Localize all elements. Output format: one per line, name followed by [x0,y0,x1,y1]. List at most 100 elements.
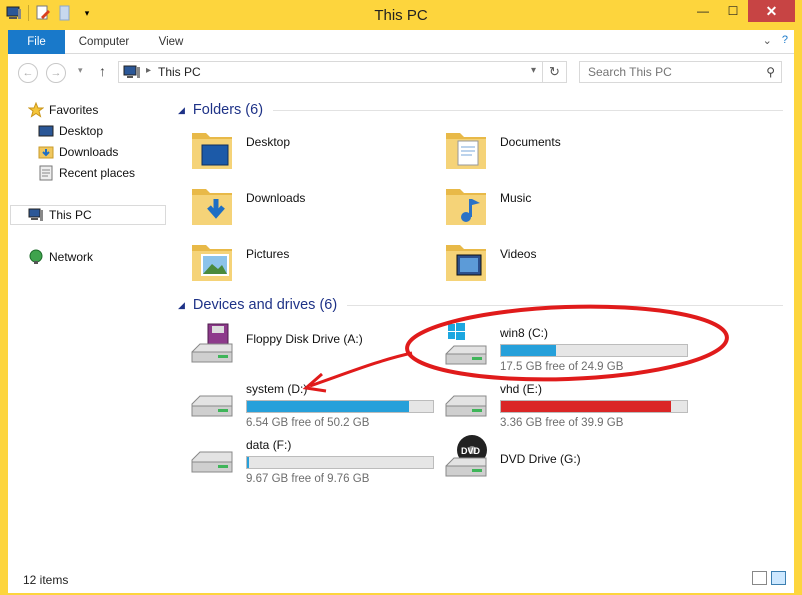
usage-fill [501,401,672,412]
drive-name: system (D:) [246,382,308,396]
sidebar-item-favorites[interactable]: Favorites [27,100,99,120]
usage-fill [247,457,249,468]
close-button[interactable]: ✕ [748,0,795,22]
drive-usage-bar [246,456,434,469]
sidebar-item-label: Downloads [59,145,119,159]
drive-free-space: 6.54 GB free of 50.2 GB [246,417,370,429]
expand-ribbon-icon[interactable]: ⌄ [763,34,772,47]
folders-group-header[interactable]: ◢ Folders (6) [173,99,783,121]
sidebar-item-downloads[interactable]: Downloads [38,142,118,162]
downloads-icon [38,144,54,160]
address-bar[interactable]: ▸ This PC ▾ ↻ [118,61,567,83]
desktop-icon [38,123,54,139]
videos-folder-icon [442,237,490,285]
music-folder-icon [442,181,490,229]
group-title: Devices and drives (6) [192,297,338,313]
folder-name: Downloads [246,191,306,205]
large-icons-view-icon[interactable] [771,571,786,585]
folder-documents[interactable]: Documents [442,125,692,177]
ribbon-controls: ⌄ ? [763,34,788,47]
tab-view[interactable]: View [148,30,194,54]
drive-name: Floppy Disk Drive (A:) [246,332,363,346]
drives-group-header[interactable]: ◢ Devices and drives (6) [173,294,783,316]
drive-free-space: 3.36 GB free of 39.9 GB [500,417,624,429]
drive-name: vhd (E:) [500,382,543,396]
svg-text:DVD: DVD [461,446,481,456]
minimize-button[interactable]: — [688,0,718,22]
folder-downloads[interactable]: Downloads [188,181,438,233]
network-icon [28,249,44,265]
tab-computer[interactable]: Computer [72,30,136,54]
folder-name: Documents [500,135,561,149]
content-pane: ◢ Folders (6) Desktop Documents Download… [173,90,794,565]
drive-data-f[interactable]: data (F:) 9.67 GB free of 9.76 GB [188,434,438,486]
folder-pictures[interactable]: Pictures [188,237,438,289]
sidebar-item-label: This PC [49,208,92,222]
drive-name: data (F:) [246,438,292,452]
drive-win8-c[interactable]: win8 (C:) 17.5 GB free of 24.9 GB [442,322,692,374]
drive-free-space: 9.67 GB free of 9.76 GB [246,473,370,485]
drive-system-d[interactable]: system (D:) 6.54 GB free of 50.2 GB [188,378,438,430]
breadcrumb-separator-icon[interactable]: ▸ [146,65,151,76]
pictures-folder-icon [188,237,236,285]
address-dropdown-icon[interactable]: ▾ [531,65,536,76]
forward-button[interactable]: → [46,63,66,83]
star-icon [27,101,45,118]
downloads-folder-icon [188,181,236,229]
group-divider [347,304,783,306]
hard-drive-icon [188,378,236,426]
sidebar-item-label: Network [49,250,94,264]
search-input[interactable] [580,62,760,82]
help-icon[interactable]: ? [782,34,788,47]
desktop-folder-icon [188,125,236,173]
status-bar: 12 items [8,565,794,593]
group-title: Folders (6) [192,102,264,118]
floppy-drive-icon [188,322,236,370]
folder-desktop[interactable]: Desktop [188,125,438,177]
folder-music[interactable]: Music [442,181,692,233]
this-pc-icon [123,65,141,82]
hard-drive-icon [442,378,490,426]
drive-dvd-g[interactable]: DVD DVD Drive (G:) [442,434,692,486]
recent-locations-icon[interactable]: ▾ [78,65,83,76]
drive-free-space: 17.5 GB free of 24.9 GB [500,361,624,373]
sidebar-item-desktop[interactable]: Desktop [38,121,103,141]
usage-fill [247,401,409,412]
view-switcher [752,571,786,585]
sidebar-item-label: Recent places [59,166,136,180]
up-button[interactable]: ↑ [99,63,106,79]
search-icon[interactable]: ⚲ [766,65,775,79]
sidebar-item-label: Favorites [49,103,99,117]
breadcrumb[interactable]: This PC [158,65,201,79]
details-view-icon[interactable] [752,571,767,585]
documents-folder-icon [442,125,490,173]
title-bar: ▾ This PC — ☐ ✕ [0,0,802,30]
sidebar-item-this-pc[interactable]: This PC [10,205,166,225]
sidebar-item-network[interactable]: Network [28,247,93,267]
drive-floppy-a[interactable]: Floppy Disk Drive (A:) [188,322,438,374]
item-count: 12 items [23,573,69,587]
refresh-button[interactable]: ↻ [542,62,566,82]
drive-name: DVD Drive (G:) [500,452,581,466]
folder-name: Desktop [246,135,291,149]
window-controls: — ☐ ✕ [688,0,795,22]
collapse-icon[interactable]: ◢ [178,300,185,311]
maximize-button[interactable]: ☐ [718,0,748,22]
folder-name: Music [500,191,532,205]
drive-vhd-e[interactable]: vhd (E:) 3.36 GB free of 39.9 GB [442,378,692,430]
folder-videos[interactable]: Videos [442,237,692,289]
address-row: ← → ▾ ↑ ▸ This PC ▾ ↻ ⚲ [8,54,794,90]
drive-usage-bar [246,400,434,413]
collapse-icon[interactable]: ◢ [178,105,185,116]
hard-drive-icon [188,434,236,482]
usage-fill [501,345,557,356]
drive-usage-bar [500,400,688,413]
dvd-drive-icon: DVD [442,434,490,482]
recent-places-icon [38,165,54,181]
tab-file[interactable]: File [8,30,65,54]
drive-name: win8 (C:) [500,326,549,340]
sidebar-item-recent-places[interactable]: Recent places [38,163,135,183]
back-button[interactable]: ← [18,63,38,83]
sidebar-item-label: Desktop [59,124,104,138]
search-box[interactable]: ⚲ [579,61,782,83]
